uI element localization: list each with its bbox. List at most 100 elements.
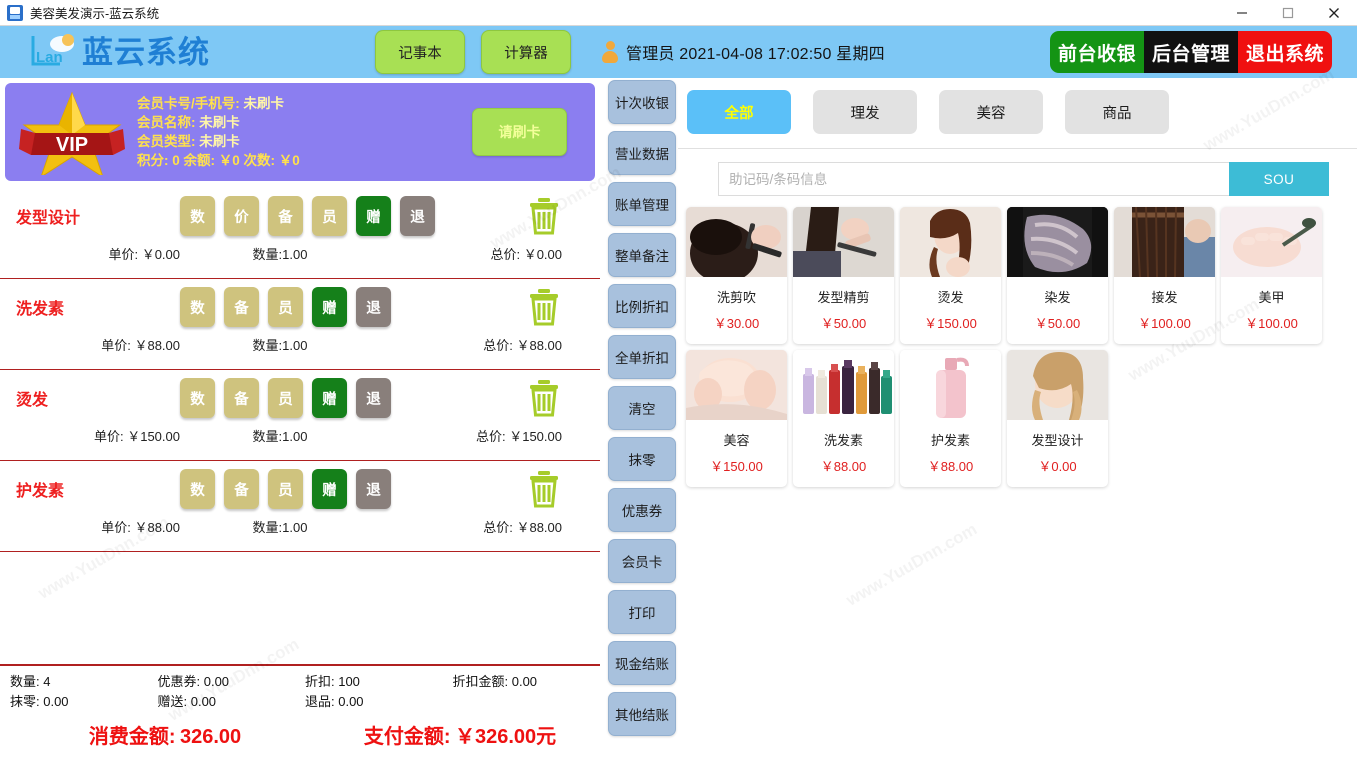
delete-item-icon[interactable]	[524, 196, 564, 236]
member-points-line: 积分: 0 余额: ￥0 次数: ￥0	[137, 153, 300, 168]
side-button-other-checkout[interactable]: 其他结账	[608, 692, 676, 736]
order-item-row[interactable]: 发型设计 数价备员赠退单价: ￥0.00 数量:1.00 总价: ￥0.00	[0, 188, 600, 279]
order-item-row[interactable]: 护发素 数备员赠退单价: ￥88.00 数量:1.00 总价: ￥88.00	[0, 461, 600, 552]
calculator-button[interactable]: 计算器	[481, 30, 571, 74]
side-button-round-off[interactable]: 抹零	[608, 437, 676, 481]
maximize-button[interactable]	[1265, 0, 1311, 26]
item-return-button[interactable]: 退	[356, 378, 391, 418]
order-item-qty: 数量:1.00	[252, 247, 308, 262]
item-qty-button[interactable]: 数	[180, 196, 215, 236]
category-tabs: 全部 理发 美容 商品	[678, 78, 1357, 134]
item-staff-button[interactable]: 员	[268, 287, 303, 327]
product-image-haircut-wash-blow	[686, 207, 787, 277]
order-item-total: 总价: ￥0.00	[490, 247, 562, 262]
item-remark-button[interactable]: 备	[224, 469, 259, 509]
item-gift-button[interactable]: 赠	[312, 469, 347, 509]
header-mode-buttons: 前台收银 后台管理 退出系统	[1049, 31, 1332, 73]
order-item-row[interactable]: 洗发素 数备员赠退单价: ￥88.00 数量:1.00 总价: ￥88.00	[0, 279, 600, 370]
search-input[interactable]	[718, 162, 1229, 196]
side-button-order-remark[interactable]: 整单备注	[608, 233, 676, 277]
product-price: ￥100.00	[1245, 316, 1298, 331]
product-image-facial-beauty	[686, 350, 787, 420]
product-card[interactable]: 洗剪吹 ￥30.00	[686, 207, 787, 344]
item-remark-button[interactable]: 备	[268, 196, 303, 236]
backend-admin-button[interactable]: 后台管理	[1143, 31, 1238, 73]
svg-text:VIP: VIP	[56, 134, 88, 156]
header-tool-buttons: 记事本 计算器	[375, 30, 571, 74]
front-cashier-button[interactable]: 前台收银	[1049, 31, 1144, 73]
side-button-count-cashier[interactable]: 计次收银	[608, 80, 676, 124]
item-qty-button[interactable]: 数	[180, 287, 215, 327]
product-card[interactable]: 美容 ￥150.00	[686, 350, 787, 487]
product-card[interactable]: 烫发 ￥150.00	[900, 207, 1001, 344]
item-return-button[interactable]: 退	[356, 469, 391, 509]
consume-amount-label: 消费金额:	[88, 726, 176, 748]
category-tab-美容[interactable]: 美容	[939, 90, 1043, 134]
product-name: 护发素	[930, 433, 970, 448]
summary-refund: 退品: 0.00	[305, 694, 364, 709]
item-remark-button[interactable]: 备	[224, 378, 259, 418]
delete-item-icon[interactable]	[524, 287, 564, 327]
item-staff-button[interactable]: 员	[312, 196, 347, 236]
product-image-conditioner-bottle	[900, 350, 1001, 420]
delete-item-icon[interactable]	[524, 378, 564, 418]
product-card[interactable]: 护发素 ￥88.00	[900, 350, 1001, 487]
product-image-precision-cut	[793, 207, 894, 277]
order-item-name: 发型设计	[16, 210, 81, 227]
item-price-button[interactable]: 价	[224, 196, 259, 236]
category-tab-理发[interactable]: 理发	[813, 90, 917, 134]
order-item-row[interactable]: 烫发 数备员赠退单价: ￥150.00 数量:1.00 总价: ￥150.00	[0, 370, 600, 461]
side-button-bill-management[interactable]: 账单管理	[608, 182, 676, 226]
product-card[interactable]: 发型精剪 ￥50.00	[793, 207, 894, 344]
brand-logo: Lan 蓝云系统	[30, 32, 245, 72]
item-gift-button[interactable]: 赠	[312, 287, 347, 327]
swipe-card-button[interactable]: 请刷卡	[472, 108, 567, 156]
window-title: 美容美发演示-蓝云系统	[30, 7, 160, 21]
side-button-clear[interactable]: 清空	[608, 386, 676, 430]
order-item-buttons: 数备员赠退	[180, 378, 391, 418]
category-tab-全部[interactable]: 全部	[687, 90, 791, 134]
close-button[interactable]	[1311, 0, 1357, 26]
side-button-coupon[interactable]: 优惠券	[608, 488, 676, 532]
item-gift-button[interactable]: 赠	[312, 378, 347, 418]
product-name: 美容	[723, 433, 750, 448]
product-card[interactable]: 接发 ￥100.00	[1114, 207, 1215, 344]
side-button-cash-checkout[interactable]: 现金结账	[608, 641, 676, 685]
side-button-print[interactable]: 打印	[608, 590, 676, 634]
delete-item-icon[interactable]	[524, 469, 564, 509]
item-remark-button[interactable]: 备	[224, 287, 259, 327]
product-card[interactable]: 洗发素 ￥88.00	[793, 350, 894, 487]
item-return-button[interactable]: 退	[356, 287, 391, 327]
member-type-label: 会员类型:	[137, 134, 196, 149]
item-return-button[interactable]: 退	[400, 196, 435, 236]
order-item-buttons: 数备员赠退	[180, 469, 391, 509]
side-button-ratio-discount[interactable]: 比例折扣	[608, 284, 676, 328]
product-card[interactable]: 美甲 ￥100.00	[1221, 207, 1322, 344]
search-button[interactable]: SOU	[1229, 162, 1329, 196]
product-price: ￥150.00	[924, 316, 977, 331]
window-titlebar: 美容美发演示-蓝云系统	[0, 0, 1357, 26]
user-icon	[601, 41, 619, 63]
product-card[interactable]: 染发 ￥50.00	[1007, 207, 1108, 344]
item-staff-button[interactable]: 员	[268, 378, 303, 418]
order-summary: 数量: 4 抹零: 0.00 优惠券: 0.00 赠送: 0.00 折扣: 10…	[0, 664, 600, 764]
item-qty-button[interactable]: 数	[180, 378, 215, 418]
product-image-shampoo-bottles	[793, 350, 894, 420]
order-item-buttons: 数价备员赠退	[180, 196, 435, 236]
item-qty-button[interactable]: 数	[180, 469, 215, 509]
order-item-total: 总价: ￥150.00	[476, 429, 562, 444]
side-button-business-data[interactable]: 营业数据	[608, 131, 676, 175]
order-item-name: 烫发	[16, 392, 49, 409]
category-tab-商品[interactable]: 商品	[1065, 90, 1169, 134]
exit-system-button[interactable]: 退出系统	[1237, 31, 1332, 73]
item-gift-button[interactable]: 赠	[356, 196, 391, 236]
product-image-manicure	[1221, 207, 1322, 277]
item-staff-button[interactable]: 员	[268, 469, 303, 509]
notepad-button[interactable]: 记事本	[375, 30, 465, 74]
summary-qty: 数量: 4	[10, 674, 51, 689]
app-icon	[7, 4, 23, 21]
side-button-full-discount[interactable]: 全单折扣	[608, 335, 676, 379]
product-card[interactable]: 发型设计 ￥0.00	[1007, 350, 1108, 487]
minimize-button[interactable]	[1219, 0, 1265, 26]
side-button-member-card[interactable]: 会员卡	[608, 539, 676, 583]
